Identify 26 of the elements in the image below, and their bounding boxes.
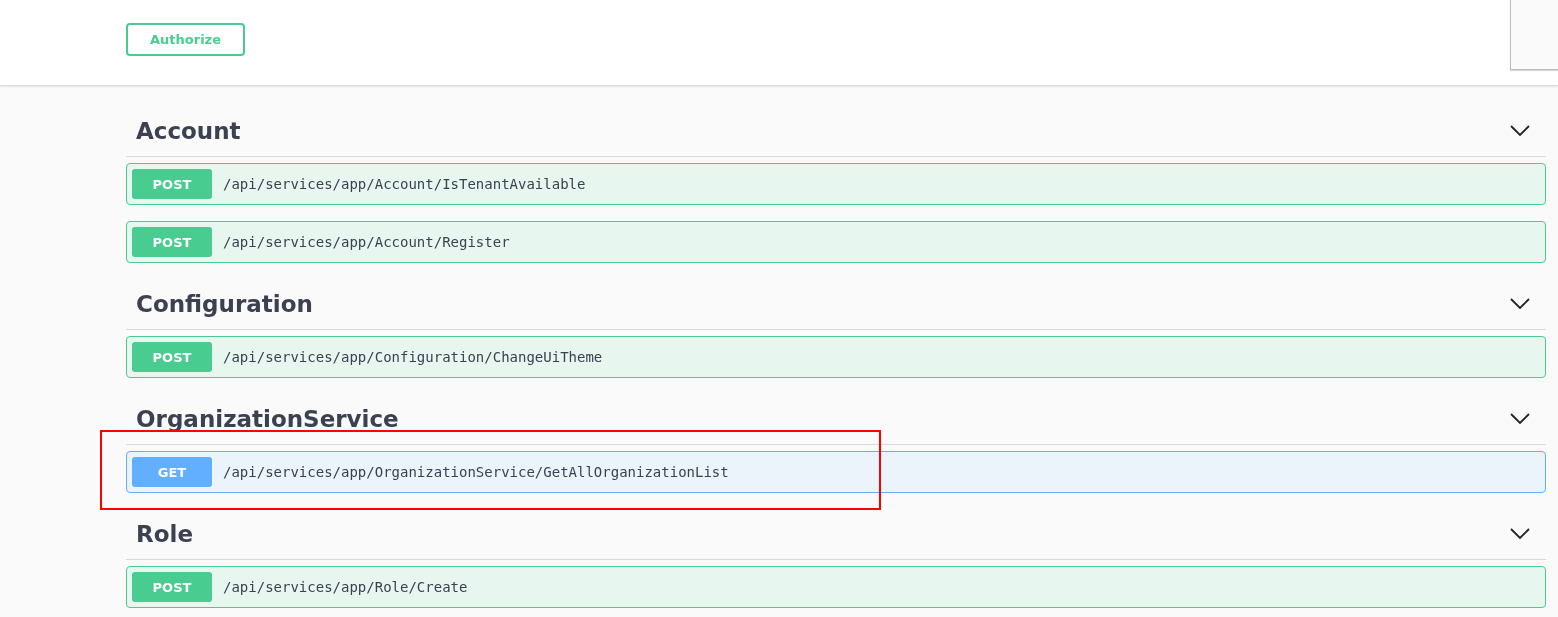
operation-row[interactable]: POST /api/services/app/Account/IsTenantAvailable [126,163,1546,205]
chevron-icon[interactable] [1510,298,1530,310]
method-badge: POST [132,169,212,199]
operation-row[interactable]: POST /api/services/app/Role/Create [126,566,1546,608]
method-badge: POST [132,572,212,602]
operation-row[interactable]: POST /api/services/app/Account/Register [126,221,1546,263]
section-title: Role [136,521,193,547]
section-title: Configuration [136,291,313,317]
section-title: Account [136,118,241,144]
operation-path: /api/services/app/Role/Create [223,579,468,595]
operation-path: /api/services/app/Account/Register [223,234,510,250]
chevron-icon[interactable] [1510,125,1530,137]
chevron-icon[interactable] [1510,413,1530,425]
operation-path: /api/services/app/Account/IsTenantAvailable [223,176,586,192]
method-badge: POST [132,227,212,257]
operation-row[interactable]: POST /api/services/app/Configuration/ChangeUiTheme [126,336,1546,378]
section-header[interactable]: Role [126,509,1546,560]
section-header[interactable]: Configuration [126,279,1546,330]
method-badge: GET [132,457,212,487]
chevron-icon[interactable] [1510,528,1530,540]
operation-path: /api/services/app/Configuration/ChangeUiTheme [223,349,603,365]
section-title: OrganizationService [136,406,399,432]
operation-path: /api/services/app/OrganizationService/GetAllOrganizationList [223,464,729,480]
section-header[interactable]: OrganizationService [126,394,1546,445]
method-badge: POST [132,342,212,372]
section-header[interactable]: Account [126,106,1546,157]
